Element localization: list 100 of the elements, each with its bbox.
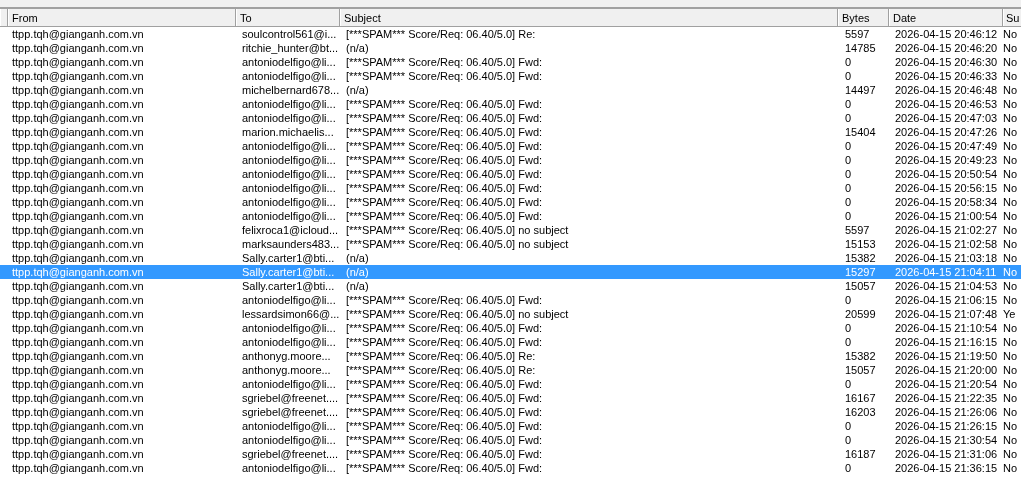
- table-cell-text: 2026-04-15 21:31:06: [894, 447, 999, 461]
- email-row[interactable]: ttpp.tqh@gianganh.com.vn antoniodelfigo@li... [***SPAM*** Score/Req: 06.40/5.0] Fwd: 0 2026-04-15 20:46:53 No: [0, 97, 1021, 111]
- table-cell-text: 2026-04-15 21:19:50: [894, 349, 999, 363]
- email-row[interactable]: ttpp.tqh@gianganh.com.vn antoniodelfigo@li... [***SPAM*** Score/Req: 06.40/5.0] Fwd: 0 2026-04-15 21:36:15 No: [0, 461, 1021, 475]
- column-header[interactable]: Su: [1003, 9, 1021, 26]
- table-cell-text: 2026-04-15 20:49:23: [894, 153, 999, 167]
- table-cell-text: 2026-04-15 21:26:15: [894, 419, 999, 433]
- table-cell-text: No: [1003, 55, 1019, 69]
- table-cell-text: [***SPAM*** Score/Req: 06.40/5.0] Fwd:: [345, 419, 544, 433]
- column-header[interactable]: Date: [889, 9, 1003, 26]
- table-cell-text: ttpp.tqh@gianganh.com.vn: [11, 265, 145, 279]
- email-row[interactable]: ttpp.tqh@gianganh.com.vn anthonyg.moore... [***SPAM*** Score/Req: 06.40/5.0] Re: 15382 2026-04-15 21:19:50 No: [0, 349, 1021, 363]
- table-cell-text: 2026-04-15 21:06:15: [894, 293, 999, 307]
- table-cell-text: ttpp.tqh@gianganh.com.vn: [11, 349, 145, 363]
- table-cell-text: [***SPAM*** Score/Req: 06.40/5.0] Fwd:: [345, 125, 544, 139]
- table-cell-text: antoniodelfigo@li...: [241, 321, 337, 335]
- email-row[interactable]: ttpp.tqh@gianganh.com.vn anthonyg.moore... [***SPAM*** Score/Req: 06.40/5.0] Re: 15057 2026-04-15 21:20:00 No: [0, 363, 1021, 377]
- table-cell-text: ttpp.tqh@gianganh.com.vn: [11, 97, 145, 111]
- table-cell-text: antoniodelfigo@li...: [241, 111, 337, 125]
- column-header[interactable]: From: [8, 9, 236, 26]
- email-row[interactable]: ttpp.tqh@gianganh.com.vn michelbernard678... (n/a) 14497 2026-04-15 20:46:48 No: [0, 83, 1021, 97]
- table-cell-text: No: [1003, 97, 1019, 111]
- email-row[interactable]: ttpp.tqh@gianganh.com.vn antoniodelfigo@li... [***SPAM*** Score/Req: 06.40/5.0] Fwd: 0 2026-04-15 20:56:15 No: [0, 181, 1021, 195]
- column-header[interactable]: Subject: [340, 9, 838, 26]
- table-cell-text: [***SPAM*** Score/Req: 06.40/5.0] Fwd:: [345, 153, 544, 167]
- email-row[interactable]: ttpp.tqh@gianganh.com.vn marksaunders483... [***SPAM*** Score/Req: 06.40/5.0] no subject 15153 2026-04-15 21:02:58 No: [0, 237, 1021, 251]
- email-row[interactable]: ttpp.tqh@gianganh.com.vn antoniodelfigo@li... [***SPAM*** Score/Req: 06.40/5.0] Fwd: 0 2026-04-15 21:00:54 No: [0, 209, 1021, 223]
- email-row[interactable]: ttpp.tqh@gianganh.com.vn antoniodelfigo@li... [***SPAM*** Score/Req: 06.40/5.0] Fwd: 0 2026-04-15 20:46:30 No: [0, 55, 1021, 69]
- column-header[interactable]: To: [236, 9, 340, 26]
- table-cell-text: (n/a): [345, 41, 370, 55]
- email-row[interactable]: ttpp.tqh@gianganh.com.vn ritchie_hunter@bt... (n/a) 14785 2026-04-15 20:46:20 No: [0, 41, 1021, 55]
- table-cell-text: [***SPAM*** Score/Req: 06.40/5.0] Fwd:: [345, 447, 544, 461]
- table-cell-text: 2026-04-15 21:20:00: [894, 363, 999, 377]
- table-cell-text: ttpp.tqh@gianganh.com.vn: [11, 335, 145, 349]
- table-cell-text: antoniodelfigo@li...: [241, 167, 337, 181]
- table-cell-text: ttpp.tqh@gianganh.com.vn: [11, 181, 145, 195]
- email-row[interactable]: ttpp.tqh@gianganh.com.vn lessardsimon66@... [***SPAM*** Score/Req: 06.40/5.0] no subject 20599 2026-04-15 21:07:48 Ye: [0, 307, 1021, 321]
- table-cell-text: ttpp.tqh@gianganh.com.vn: [11, 167, 145, 181]
- email-row[interactable]: ttpp.tqh@gianganh.com.vn felixroca1@icloud... [***SPAM*** Score/Req: 06.40/5.0] no subject 5597 2026-04-15 21:02:27 No: [0, 223, 1021, 237]
- table-cell-text: [***SPAM*** Score/Req: 06.40/5.0] no subject: [345, 307, 570, 321]
- table-cell-text: felixroca1@icloud...: [241, 223, 340, 237]
- email-row[interactable]: ttpp.tqh@gianganh.com.vn soulcontrol561@i... [***SPAM*** Score/Req: 06.40/5.0] Re: 5597 2026-04-15 20:46:12 No: [0, 27, 1021, 41]
- table-cell-text: antoniodelfigo@li...: [241, 181, 337, 195]
- table-cell-text: [***SPAM*** Score/Req: 06.40/5.0] Fwd:: [345, 433, 544, 447]
- table-cell-text: No: [1003, 83, 1019, 97]
- email-row[interactable]: ttpp.tqh@gianganh.com.vn Sally.carter1@bti... (n/a) 15057 2026-04-15 21:04:53 No: [0, 279, 1021, 293]
- table-cell-text: 2026-04-15 20:46:12: [894, 27, 999, 41]
- email-row[interactable]: ttpp.tqh@gianganh.com.vn sgriebel@freenet.... [***SPAM*** Score/Req: 06.40/5.0] Fwd: 16203 2026-04-15 21:26:06 No: [0, 405, 1021, 419]
- email-row[interactable]: ttpp.tqh@gianganh.com.vn antoniodelfigo@li... [***SPAM*** Score/Req: 06.40/5.0] Fwd: 0 2026-04-15 20:58:34 No: [0, 195, 1021, 209]
- table-cell-text: 2026-04-15 20:46:20: [894, 41, 999, 55]
- table-cell-text: 14497: [844, 83, 877, 97]
- table-cell-text: 2026-04-15 21:16:15: [894, 335, 999, 349]
- table-cell-text: No: [1003, 223, 1019, 237]
- table-cell-text: ttpp.tqh@gianganh.com.vn: [11, 27, 145, 41]
- table-cell-text: 2026-04-15 20:58:34: [894, 195, 999, 209]
- table-cell-text: 0: [844, 167, 853, 181]
- table-cell-text: [***SPAM*** Score/Req: 06.40/5.0] Fwd:: [345, 293, 544, 307]
- table-cell-text: No: [1003, 447, 1019, 461]
- table-cell-text: ttpp.tqh@gianganh.com.vn: [11, 447, 145, 461]
- email-row[interactable]: ttpp.tqh@gianganh.com.vn antoniodelfigo@li... [***SPAM*** Score/Req: 06.40/5.0] Fwd: 0 2026-04-15 20:50:54 No: [0, 167, 1021, 181]
- email-row[interactable]: ttpp.tqh@gianganh.com.vn sgriebel@freenet.... [***SPAM*** Score/Req: 06.40/5.0] Fwd: 16187 2026-04-15 21:31:06 No: [0, 447, 1021, 461]
- table-cell-text: No: [1003, 461, 1019, 475]
- table-cell-text: 2026-04-15 20:47:03: [894, 111, 999, 125]
- table-cell-text: 5597: [844, 27, 871, 41]
- table-cell-text: 0: [844, 55, 853, 69]
- table-cell-text: ttpp.tqh@gianganh.com.vn: [11, 293, 145, 307]
- email-row[interactable]: ttpp.tqh@gianganh.com.vn sgriebel@freenet.... [***SPAM*** Score/Req: 06.40/5.0] Fwd: 16167 2026-04-15 21:22:35 No: [0, 391, 1021, 405]
- table-cell-text: 16203: [844, 405, 877, 419]
- email-row[interactable]: ttpp.tqh@gianganh.com.vn antoniodelfigo@li... [***SPAM*** Score/Req: 06.40/5.0] Fwd: 0 2026-04-15 21:16:15 No: [0, 335, 1021, 349]
- email-row[interactable]: ttpp.tqh@gianganh.com.vn Sally.carter1@bti... (n/a) 15382 2026-04-15 21:03:18 No: [0, 251, 1021, 265]
- table-cell-text: Ye: [1003, 307, 1017, 321]
- column-header[interactable]: Bytes: [838, 9, 889, 26]
- email-row[interactable]: ttpp.tqh@gianganh.com.vn antoniodelfigo@li... [***SPAM*** Score/Req: 06.40/5.0] Fwd: 0 2026-04-15 21:20:54 No: [0, 377, 1021, 391]
- table-cell-text: 2026-04-15 20:46:48: [894, 83, 999, 97]
- email-row[interactable]: ttpp.tqh@gianganh.com.vn antoniodelfigo@li... [***SPAM*** Score/Req: 06.40/5.0] Fwd: 0 2026-04-15 21:30:54 No: [0, 433, 1021, 447]
- table-cell-text: ttpp.tqh@gianganh.com.vn: [11, 461, 145, 475]
- email-row[interactable]: ttpp.tqh@gianganh.com.vn antoniodelfigo@li... [***SPAM*** Score/Req: 06.40/5.0] Fwd: 0 2026-04-15 21:10:54 No: [0, 321, 1021, 335]
- table-cell-text: ttpp.tqh@gianganh.com.vn: [11, 55, 145, 69]
- table-cell-text: antoniodelfigo@li...: [241, 69, 337, 83]
- email-row[interactable]: ttpp.tqh@gianganh.com.vn antoniodelfigo@li... [***SPAM*** Score/Req: 06.40/5.0] Fwd: 0 2026-04-15 20:49:23 No: [0, 153, 1021, 167]
- table-cell-text: marksaunders483...: [241, 237, 340, 251]
- table-cell-text: 5597: [844, 223, 871, 237]
- table-cell-text: ttpp.tqh@gianganh.com.vn: [11, 405, 145, 419]
- table-cell-text: [***SPAM*** Score/Req: 06.40/5.0] Fwd:: [345, 321, 544, 335]
- table-cell-text: [***SPAM*** Score/Req: 06.40/5.0] Fwd:: [345, 335, 544, 349]
- email-row[interactable]: ttpp.tqh@gianganh.com.vn antoniodelfigo@li... [***SPAM*** Score/Req: 06.40/5.0] Fwd: 0 2026-04-15 20:47:03 No: [0, 111, 1021, 125]
- table-cell-text: 0: [844, 69, 853, 83]
- email-row[interactable]: ttpp.tqh@gianganh.com.vn antoniodelfigo@li... [***SPAM*** Score/Req: 06.40/5.0] Fwd: 0 2026-04-15 21:26:15 No: [0, 419, 1021, 433]
- table-cell-text: 0: [844, 433, 853, 447]
- table-cell-text: 0: [844, 321, 853, 335]
- email-row[interactable]: ttpp.tqh@gianganh.com.vn marion.michaelis... [***SPAM*** Score/Req: 06.40/5.0] Fwd: 15404 2026-04-15 20:47:26 No: [0, 125, 1021, 139]
- email-row[interactable]: ttpp.tqh@gianganh.com.vn antoniodelfigo@li... [***SPAM*** Score/Req: 06.40/5.0] Fwd: 0 2026-04-15 21:06:15 No: [0, 293, 1021, 307]
- table-cell-text: 20599: [844, 307, 877, 321]
- table-cell-text: 0: [844, 377, 853, 391]
- table-cell-text: antoniodelfigo@li...: [241, 377, 337, 391]
- table-cell-text: michelbernard678...: [241, 83, 340, 97]
- table-cell-text: 2026-04-15 20:50:54: [894, 167, 999, 181]
- email-row[interactable]: ttpp.tqh@gianganh.com.vn antoniodelfigo@li... [***SPAM*** Score/Req: 06.40/5.0] Fwd: 0 2026-04-15 20:46:33 No: [0, 69, 1021, 83]
- table-cell-text: 15404: [844, 125, 877, 139]
- email-row[interactable]: ttpp.tqh@gianganh.com.vn antoniodelfigo@li... [***SPAM*** Score/Req: 06.40/5.0] Fwd: 0 2026-04-15 20:47:49 No: [0, 139, 1021, 153]
